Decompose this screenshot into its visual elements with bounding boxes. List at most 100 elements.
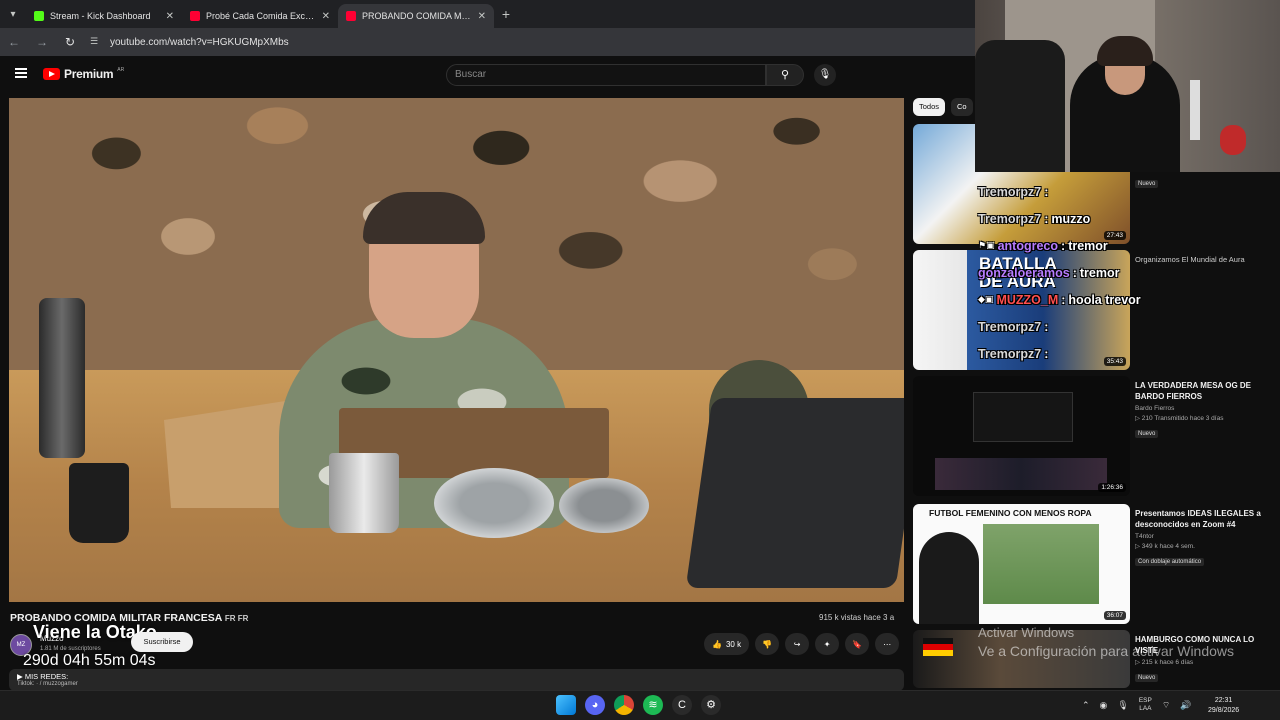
voice-search-button[interactable]: 🎙 — [814, 64, 836, 86]
forward-icon[interactable]: → — [34, 35, 50, 49]
browser-nav-bar: ← → ↻ ☰ youtube.com/watch?v=HGKUGMpXMbs — [0, 28, 975, 56]
volume-icon[interactable]: 🔊 — [1180, 700, 1191, 711]
thumb-field — [983, 524, 1099, 604]
menu-icon[interactable] — [15, 68, 27, 78]
chat-user: gonzaloeramos — [978, 265, 1070, 280]
mic-tray-icon[interactable]: 🎙 — [1117, 700, 1128, 711]
rec-badge: Nuevo — [1135, 430, 1159, 438]
ask-button[interactable]: ✦ — [815, 633, 840, 655]
chat-colon: : — [1061, 238, 1066, 253]
metal-cup — [329, 453, 399, 533]
kick-icon — [34, 11, 44, 21]
countdown-timer: 290d 04h 55m 04s — [23, 652, 156, 669]
chip-other[interactable]: Co — [951, 98, 973, 116]
taskbar-apps: ◕ ≋ C ⚙ — [556, 695, 721, 715]
save-button[interactable]: 🔖 — [845, 633, 870, 655]
clock-time: 22:31 — [1214, 697, 1233, 704]
thumb-person — [919, 532, 979, 624]
screen: ▾ Stream - Kick Dashboard ✕ Probé Cada C… — [0, 0, 1280, 720]
thumbs-down-icon: 👎 — [762, 639, 773, 649]
rec-badge: Nuevo — [1135, 674, 1159, 682]
youtube-icon — [346, 11, 356, 21]
tab-youtube-video-2[interactable]: Probé Cada Comida Exclusiva d ✕ — [182, 4, 338, 28]
description-line: ▶ MIS REDES: — [17, 672, 69, 681]
windows-start-icon[interactable] — [556, 695, 576, 715]
search-button[interactable]: ⚲ — [766, 64, 804, 86]
thumb-text: FUTBOL FEMENINO CON MENOS ROPA — [929, 508, 1092, 518]
site-info-icon[interactable]: ☰ — [90, 36, 102, 48]
rec-title[interactable]: LA VERDADERA MESA OG DE BARDO FIERROS — [1135, 380, 1275, 402]
close-icon[interactable]: ✕ — [322, 11, 330, 22]
hard-case — [685, 398, 904, 588]
rec-thumbnail[interactable]: 1:26:36 — [913, 376, 1130, 496]
language-indicator[interactable]: ESP LAA — [1139, 697, 1152, 713]
like-button[interactable]: 👍 30 k — [704, 633, 750, 655]
rec-channel[interactable]: T4ntor — [1135, 533, 1275, 540]
region-label: AR — [117, 67, 125, 73]
rec-thumbnail[interactable]: FUTBOL FEMENINO CON MENOS ROPA 36:07 — [913, 504, 1130, 624]
subscribe-button[interactable]: Suscribirse — [131, 632, 193, 652]
network-icon[interactable]: ◉ — [1100, 700, 1108, 711]
mess-tin-small — [559, 478, 649, 533]
chat-overlay: Tremorpz7: Tremorpz7: muzzo ⚑▣ antogreco: t… — [978, 178, 1218, 367]
lang-primary: ESP — [1138, 697, 1152, 704]
chat-colon: : — [1044, 211, 1049, 226]
tab-search-icon[interactable]: ▾ — [0, 9, 26, 20]
ccleaner-icon[interactable]: C — [672, 695, 692, 715]
lang-secondary: LAA — [1139, 705, 1152, 712]
cam-mic-arm — [1190, 80, 1200, 140]
chat-user: antogreco — [997, 238, 1059, 253]
sparkle-icon: ✦ — [823, 639, 831, 649]
chat-user: MUZZO_M — [996, 292, 1059, 307]
video-actions: 👍 30 k 👎 ↪ ✦ 🔖 ⋯ — [704, 633, 900, 655]
rec-item[interactable]: FUTBOL FEMENINO CON MENOS ROPA 36:07 Pre… — [913, 504, 1280, 624]
discord-icon[interactable]: ◕ — [585, 695, 605, 715]
rec-meta: LA VERDADERA MESA OG DE BARDO FIERROS Ba… — [1135, 380, 1275, 440]
new-tab-button[interactable]: + — [494, 6, 518, 22]
video-title-flag: FR FR — [224, 614, 249, 623]
watermark-line: Activar Windows — [978, 625, 1075, 640]
rec-item[interactable]: 1:26:36 LA VERDADERA MESA OG DE BARDO FI… — [913, 376, 1280, 496]
rec-title[interactable]: Presentamos IDEAS ILEGALES a desconocido… — [1135, 508, 1275, 530]
description-box[interactable]: ▶ MIS REDES: Tiktok: · / muzzogamer — [9, 669, 904, 691]
thumbs-up-icon: 👍 — [712, 639, 722, 649]
video-player[interactable] — [9, 98, 904, 602]
presenter-hair — [363, 192, 485, 244]
chat-user: Tremorpz7 — [978, 319, 1042, 334]
more-button[interactable]: ⋯ — [875, 633, 900, 655]
tab-title: Stream - Kick Dashboard — [50, 11, 151, 21]
dislike-button[interactable]: 👎 — [755, 633, 780, 655]
windows-activation-watermark: Activar Windows Ve a Configuración para … — [978, 624, 1234, 660]
filter-chips: Todos Co — [913, 98, 973, 116]
search-input[interactable]: Buscar — [446, 64, 766, 86]
back-icon[interactable]: ← — [6, 35, 22, 49]
badge-icons: ⚑▣ — [978, 240, 995, 250]
chevron-up-icon[interactable]: ⌃ — [1082, 700, 1090, 711]
chat-message: Tremorpz7: muzzo — [978, 205, 1218, 232]
settings-gear-icon[interactable]: ⚙ — [701, 695, 721, 715]
chat-message: ⚑▣ antogreco: tremor — [978, 232, 1218, 259]
wifi-icon[interactable]: ⌔ — [1162, 700, 1170, 711]
mess-tin — [434, 468, 554, 538]
chat-text: hoola trevor — [1068, 292, 1141, 307]
chip-all[interactable]: Todos — [913, 98, 946, 116]
youtube-logo[interactable]: Premium AR — [43, 67, 124, 81]
close-icon[interactable]: ✕ — [166, 11, 174, 22]
watermark-line: Ve a Configuración para activar Windows — [978, 643, 1235, 659]
chat-message: ◆▣ MUZZO_M: hoola trevor — [978, 286, 1218, 313]
reload-icon[interactable]: ↻ — [62, 35, 78, 49]
share-button[interactable]: ↪ — [785, 633, 810, 655]
tab-kick-dashboard[interactable]: Stream - Kick Dashboard ✕ — [26, 4, 182, 28]
address-bar[interactable]: ☰ youtube.com/watch?v=HGKUGMpXMbs — [90, 36, 289, 48]
video-views: 915 k vistas hace 3 a — [819, 613, 895, 622]
chat-user: Tremorpz7 — [978, 184, 1042, 199]
close-icon[interactable]: ✕ — [478, 11, 486, 22]
clock[interactable]: 22:31 29/8/2026 — [1208, 696, 1239, 716]
chat-colon: : — [1044, 319, 1049, 334]
spotify-icon[interactable]: ≋ — [643, 695, 663, 715]
tab-youtube-current[interactable]: PROBANDO COMIDA MILITAR ✕ — [338, 4, 494, 28]
chrome-icon[interactable] — [614, 695, 634, 715]
cam-figure — [1220, 125, 1246, 155]
thumb-slide — [973, 392, 1073, 442]
rec-channel[interactable]: Bardo Fierros — [1135, 405, 1275, 412]
